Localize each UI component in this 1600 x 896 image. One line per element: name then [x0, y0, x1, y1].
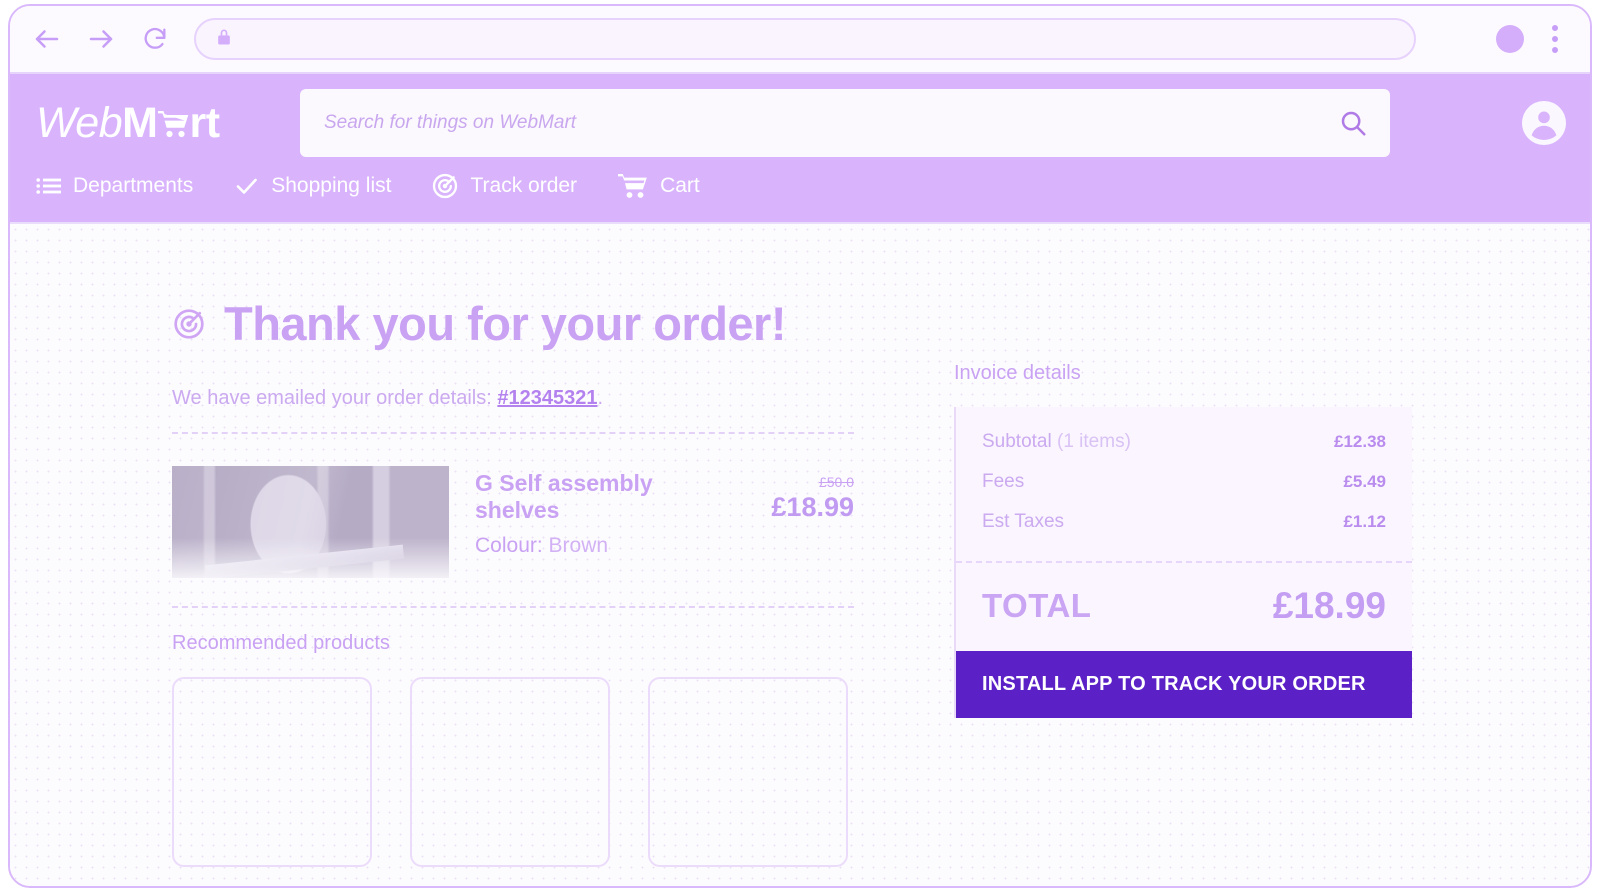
back-button[interactable]	[28, 20, 66, 58]
shopping-cart-icon	[156, 109, 190, 144]
invoice-label-fees: Fees	[982, 471, 1025, 492]
product-price-current: £18.99	[771, 492, 854, 522]
invoice-label-text: Subtotal	[982, 431, 1052, 452]
user-account-icon[interactable]	[1522, 101, 1566, 145]
product-price-block: £50.0 £18.99	[722, 466, 854, 523]
logo-text-m: M	[122, 98, 158, 147]
order-number-link[interactable]: #12345321	[497, 387, 597, 409]
invoice-card: Subtotal (1 items) £12.38 Fees £5.49 Est…	[954, 407, 1412, 718]
invoice-details-title: Invoice details	[954, 362, 1081, 384]
order-email-suffix: .	[597, 387, 604, 409]
chrome-right-controls	[1496, 21, 1568, 57]
shopping-cart-icon	[617, 172, 649, 200]
recommended-product-card[interactable]	[172, 677, 372, 867]
forward-arrow-icon	[86, 24, 116, 54]
thank-you-heading: Thank you for your order!	[172, 296, 848, 351]
back-arrow-icon	[32, 24, 62, 54]
recommended-products-grid	[172, 677, 848, 867]
invoice-value-est-taxes: £1.12	[1343, 512, 1386, 531]
logo-text-web: Web	[36, 98, 123, 147]
invoice-total-row: TOTAL £18.99	[956, 563, 1412, 651]
order-email-notice: We have emailed your order details: #123…	[172, 387, 848, 410]
invoice-total-value: £18.99	[1272, 585, 1386, 626]
invoice-total-label: TOTAL	[982, 587, 1092, 624]
invoice-column: Invoice details Subtotal (1 items) £12.3…	[870, 296, 1510, 867]
header-top-row: Web M rt Search for things on WebMart	[10, 74, 1590, 172]
order-summary-column: Thank you for your order! We have emaile…	[10, 296, 870, 867]
browser-chrome	[10, 6, 1590, 74]
profile-circle-icon[interactable]	[1496, 25, 1524, 53]
product-title[interactable]: G Self assembly shelves	[475, 470, 696, 524]
nav-label-track-order: Track order	[470, 174, 578, 197]
product-colour: Colour: Brown	[475, 534, 696, 558]
reload-button[interactable]	[136, 20, 174, 58]
webmart-logo[interactable]: Web M rt	[36, 99, 266, 148]
order-item-row: G Self assembly shelves Colour: Brown £5…	[172, 434, 854, 606]
page-content: Thank you for your order! We have emaile…	[10, 222, 1590, 886]
url-bar[interactable]	[194, 18, 1416, 60]
search-placeholder: Search for things on WebMart	[324, 112, 577, 133]
invoice-line-items: Subtotal (1 items) £12.38 Fees £5.49 Est…	[956, 407, 1412, 561]
site-header: Web M rt Search for things on WebMart Dep…	[10, 74, 1590, 222]
nav-label-departments: Departments	[73, 174, 194, 197]
invoice-value-subtotal: £12.38	[1334, 432, 1386, 451]
recommended-product-card[interactable]	[648, 677, 848, 867]
forward-button[interactable]	[82, 20, 120, 58]
recommended-products-title: Recommended products	[172, 632, 390, 654]
nav-label-shopping-list: Shopping list	[271, 174, 392, 197]
invoice-value-fees: £5.49	[1343, 472, 1386, 491]
nav-item-track-order[interactable]: Track order	[431, 172, 577, 200]
page-title: Thank you for your order!	[224, 297, 787, 350]
target-radar-icon	[431, 172, 459, 200]
lock-icon	[214, 27, 234, 52]
invoice-label-count: (1 items)	[1051, 431, 1131, 452]
invoice-label-subtotal: Subtotal (1 items)	[982, 431, 1131, 453]
nav-item-departments[interactable]: Departments	[36, 174, 193, 198]
product-colour-label: Colour:	[475, 534, 543, 557]
nav-item-cart[interactable]: Cart	[617, 172, 700, 200]
check-icon	[233, 174, 260, 198]
target-radar-icon	[172, 307, 206, 341]
nav-item-shopping-list[interactable]: Shopping list	[233, 174, 391, 198]
logo-text-rt: rt	[189, 98, 220, 147]
nav-label-cart: Cart	[660, 174, 700, 197]
invoice-row-subtotal: Subtotal (1 items) £12.38	[982, 431, 1386, 453]
order-email-prefix: We have emailed your order details:	[172, 387, 498, 409]
three-dot-menu-icon[interactable]	[1546, 21, 1564, 57]
list-menu-icon	[36, 176, 62, 196]
install-app-button[interactable]: INSTALL APP TO TRACK YOUR ORDER	[956, 651, 1412, 718]
invoice-row-fees: Fees £5.49	[982, 471, 1386, 493]
recommended-product-card[interactable]	[410, 677, 610, 867]
invoice-label-est-taxes: Est Taxes	[982, 511, 1065, 532]
search-input[interactable]: Search for things on WebMart	[300, 89, 1390, 157]
product-colour-value: Brown	[548, 534, 609, 557]
reload-icon	[141, 25, 169, 53]
invoice-row-est-taxes: Est Taxes £1.12	[982, 511, 1386, 533]
header-nav: Departments Shopping list Track order Ca…	[10, 172, 1590, 222]
search-icon[interactable]	[1338, 108, 1368, 138]
product-photo[interactable]	[172, 466, 449, 578]
product-price-original: £50.0	[818, 474, 854, 490]
product-info: G Self assembly shelves Colour: Brown	[475, 466, 696, 558]
browser-window: Web M rt Search for things on WebMart Dep…	[8, 4, 1592, 888]
divider-bottom	[172, 606, 854, 608]
